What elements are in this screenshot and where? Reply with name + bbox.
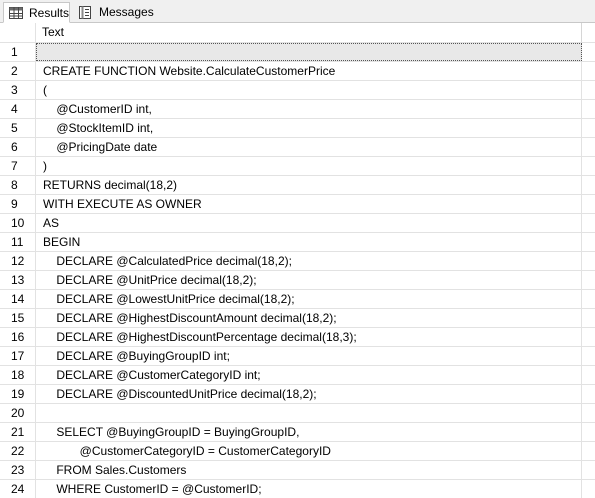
text-cell[interactable]: @PricingDate date <box>36 138 582 156</box>
column-header-text[interactable]: Text <box>36 23 582 42</box>
table-row[interactable]: 3( <box>0 80 595 99</box>
results-grid[interactable]: Text 1 2 CREATE FUNCTION Website.Calculate… <box>0 23 595 498</box>
tab-messages-label: Messages <box>99 5 154 19</box>
table-row[interactable]: 12 DECLARE @CalculatedPrice decimal(18,2… <box>0 251 595 270</box>
table-row[interactable]: 5 @StockItemID int, <box>0 118 595 137</box>
text-cell[interactable]: DECLARE @UnitPrice decimal(18,2); <box>36 271 582 289</box>
row-number[interactable]: 10 <box>0 214 36 232</box>
row-number[interactable]: 19 <box>0 385 36 403</box>
text-cell[interactable]: RETURNS decimal(18,2) <box>36 176 582 194</box>
row-number[interactable]: 15 <box>0 309 36 327</box>
table-row[interactable]: 23 FROM Sales.Customers <box>0 460 595 479</box>
table-row[interactable]: 24 WHERE CustomerID = @CustomerID; <box>0 479 595 498</box>
table-row[interactable]: 13 DECLARE @UnitPrice decimal(18,2); <box>0 270 595 289</box>
row-number[interactable]: 24 <box>0 480 36 498</box>
table-row[interactable]: 6 @PricingDate date <box>0 137 595 156</box>
table-row[interactable]: 19 DECLARE @DiscountedUnitPrice decimal(… <box>0 384 595 403</box>
table-row[interactable]: 16 DECLARE @HighestDiscountPercentage de… <box>0 327 595 346</box>
row-number[interactable]: 5 <box>0 119 36 137</box>
messages-icon <box>79 6 93 19</box>
text-cell[interactable]: DECLARE @CalculatedPrice decimal(18,2); <box>36 252 582 270</box>
text-cell[interactable]: CREATE FUNCTION Website.CalculateCustome… <box>36 62 582 80</box>
text-cell[interactable] <box>36 404 582 422</box>
row-number[interactable]: 21 <box>0 423 36 441</box>
text-cell[interactable]: @CustomerID int, <box>36 100 582 118</box>
table-row[interactable]: 7) <box>0 156 595 175</box>
text-cell[interactable]: SELECT @BuyingGroupID = BuyingGroupID, <box>36 423 582 441</box>
tab-messages[interactable]: Messages <box>74 2 154 22</box>
table-row[interactable]: 1 <box>0 42 595 61</box>
row-number[interactable]: 2 <box>0 62 36 80</box>
table-row[interactable]: 14 DECLARE @LowestUnitPrice decimal(18,2… <box>0 289 595 308</box>
text-cell[interactable]: DECLARE @CustomerCategoryID int; <box>36 366 582 384</box>
table-row[interactable]: 2 CREATE FUNCTION Website.CalculateCustom… <box>0 61 595 80</box>
table-row[interactable]: 8 RETURNS decimal(18,2) <box>0 175 595 194</box>
text-cell[interactable]: ) <box>36 157 582 175</box>
row-number[interactable]: 11 <box>0 233 36 251</box>
tab-results[interactable]: Results <box>3 2 70 23</box>
table-row[interactable]: 20 <box>0 403 595 422</box>
grid-icon <box>9 6 23 19</box>
row-number[interactable]: 22 <box>0 442 36 460</box>
row-number[interactable]: 13 <box>0 271 36 289</box>
table-row[interactable]: 9 WITH EXECUTE AS OWNER <box>0 194 595 213</box>
text-cell[interactable]: DECLARE @HighestDiscountPercentage decim… <box>36 328 582 346</box>
text-cell[interactable]: AS <box>36 214 582 232</box>
text-cell[interactable]: WHERE CustomerID = @CustomerID; <box>36 480 582 498</box>
row-number[interactable]: 23 <box>0 461 36 479</box>
row-number[interactable]: 17 <box>0 347 36 365</box>
table-row[interactable]: 21 SELECT @BuyingGroupID = BuyingGroupID… <box>0 422 595 441</box>
table-row[interactable]: 15 DECLARE @HighestDiscountAmount decima… <box>0 308 595 327</box>
row-number[interactable]: 16 <box>0 328 36 346</box>
table-row[interactable]: 17 DECLARE @BuyingGroupID int; <box>0 346 595 365</box>
text-cell[interactable]: DECLARE @HighestDiscountAmount decimal(1… <box>36 309 582 327</box>
row-number[interactable]: 20 <box>0 404 36 422</box>
results-tab-bar: Results Messages <box>0 0 595 23</box>
grid-header: Text <box>0 23 595 42</box>
text-cell[interactable]: DECLARE @DiscountedUnitPrice decimal(18,… <box>36 385 582 403</box>
row-number[interactable]: 4 <box>0 100 36 118</box>
text-cell[interactable]: WITH EXECUTE AS OWNER <box>36 195 582 213</box>
text-cell[interactable]: DECLARE @BuyingGroupID int; <box>36 347 582 365</box>
row-number[interactable]: 12 <box>0 252 36 270</box>
text-cell[interactable]: FROM Sales.Customers <box>36 461 582 479</box>
table-row[interactable]: 4 @CustomerID int, <box>0 99 595 118</box>
row-number[interactable]: 8 <box>0 176 36 194</box>
text-cell[interactable] <box>36 43 582 61</box>
table-row[interactable]: 10 AS <box>0 213 595 232</box>
text-cell[interactable]: ( <box>36 81 582 99</box>
tab-results-label: Results <box>29 5 70 20</box>
table-row[interactable]: 11 BEGIN <box>0 232 595 251</box>
table-row[interactable]: 22 @CustomerCategoryID = CustomerCategor… <box>0 441 595 460</box>
table-row[interactable]: 18 DECLARE @CustomerCategoryID int; <box>0 365 595 384</box>
row-number[interactable]: 14 <box>0 290 36 308</box>
text-cell[interactable]: @CustomerCategoryID = CustomerCategoryID <box>36 442 582 460</box>
row-number[interactable]: 3 <box>0 81 36 99</box>
text-cell[interactable]: BEGIN <box>36 233 582 251</box>
row-number[interactable]: 7 <box>0 157 36 175</box>
row-number[interactable]: 1 <box>0 43 36 61</box>
text-cell[interactable]: DECLARE @LowestUnitPrice decimal(18,2); <box>36 290 582 308</box>
row-number[interactable]: 18 <box>0 366 36 384</box>
row-number[interactable]: 9 <box>0 195 36 213</box>
text-cell[interactable]: @StockItemID int, <box>36 119 582 137</box>
grid-corner[interactable] <box>0 23 36 42</box>
row-number[interactable]: 6 <box>0 138 36 156</box>
